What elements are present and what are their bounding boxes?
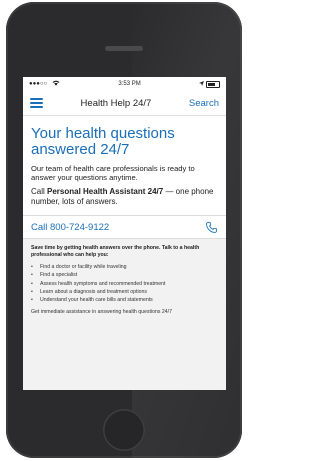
list-item: • Understand your health care bills and s…: [31, 296, 218, 304]
nav-bar: Health Help 24/7 Search: [23, 91, 226, 116]
list-item-text: Understand your health care bills and st…: [40, 297, 153, 304]
call-description: Call Personal Health Assistant 24/7 — on…: [31, 187, 218, 206]
bullet: •: [31, 288, 33, 295]
hamburger-icon[interactable]: [30, 98, 43, 108]
signal-strength: ●●●○○: [29, 81, 48, 87]
status-left: ●●●○○: [29, 80, 60, 88]
bullet: •: [31, 297, 33, 304]
speaker-grille: [105, 46, 143, 51]
wifi-icon: [52, 80, 60, 88]
hero-section: Your health questions answered 24/7 Our …: [23, 116, 226, 206]
phone-icon[interactable]: [205, 221, 218, 234]
list-item: • Find a specialist: [31, 271, 218, 279]
phone-screen: ●●●○○ 3:53 PM Health Help 24/7 Search Yo…: [23, 77, 226, 390]
list-item-text: Find a specialist: [40, 272, 78, 279]
bullet: •: [31, 280, 33, 287]
hero-headline: Your health questions answered 24/7: [31, 125, 175, 158]
phone-frame: ●●●○○ 3:53 PM Health Help 24/7 Search Yo…: [6, 2, 242, 458]
list-item-text: Assess health symptoms and recommended t…: [40, 280, 166, 287]
status-bar: ●●●○○ 3:53 PM: [23, 77, 226, 91]
list-item: • Find a doctor or facility while traveli…: [31, 263, 218, 271]
call-prefix: Call: [31, 187, 48, 196]
service-name: Personal Health Assistant 24/7: [47, 187, 164, 196]
call-button[interactable]: Call 800-724-9122: [23, 215, 226, 239]
bullet: •: [31, 264, 33, 270]
list-item-text: Find a doctor or facility while travelin…: [40, 264, 127, 270]
battery-icon: [205, 80, 220, 88]
status-time: 3:53 PM: [118, 81, 141, 87]
hero-body: Our team of health care professionals is…: [31, 164, 195, 182]
location-arrow-icon: [198, 80, 204, 88]
list-item: • Assess health symptoms and recommended …: [31, 280, 218, 288]
search-link[interactable]: Search: [189, 98, 219, 109]
info-intro: Save time by getting health answers over…: [31, 245, 200, 258]
bullet: •: [31, 272, 33, 279]
service-list: • Find a doctor or facility while traveli…: [31, 263, 218, 304]
list-item-text: Learn about a diagnosis and treatment op…: [40, 288, 147, 295]
info-panel: Save time by getting health answers over…: [23, 239, 226, 390]
page-title: Health Help 24/7: [80, 97, 152, 109]
list-item: • Learn about a diagnosis and treatment o…: [31, 288, 218, 296]
status-right: [198, 80, 220, 88]
info-footer: Get immediate assistance in answering he…: [31, 309, 173, 316]
phone-number-link[interactable]: Call 800-724-9122: [31, 222, 109, 233]
home-button[interactable]: [103, 409, 145, 451]
